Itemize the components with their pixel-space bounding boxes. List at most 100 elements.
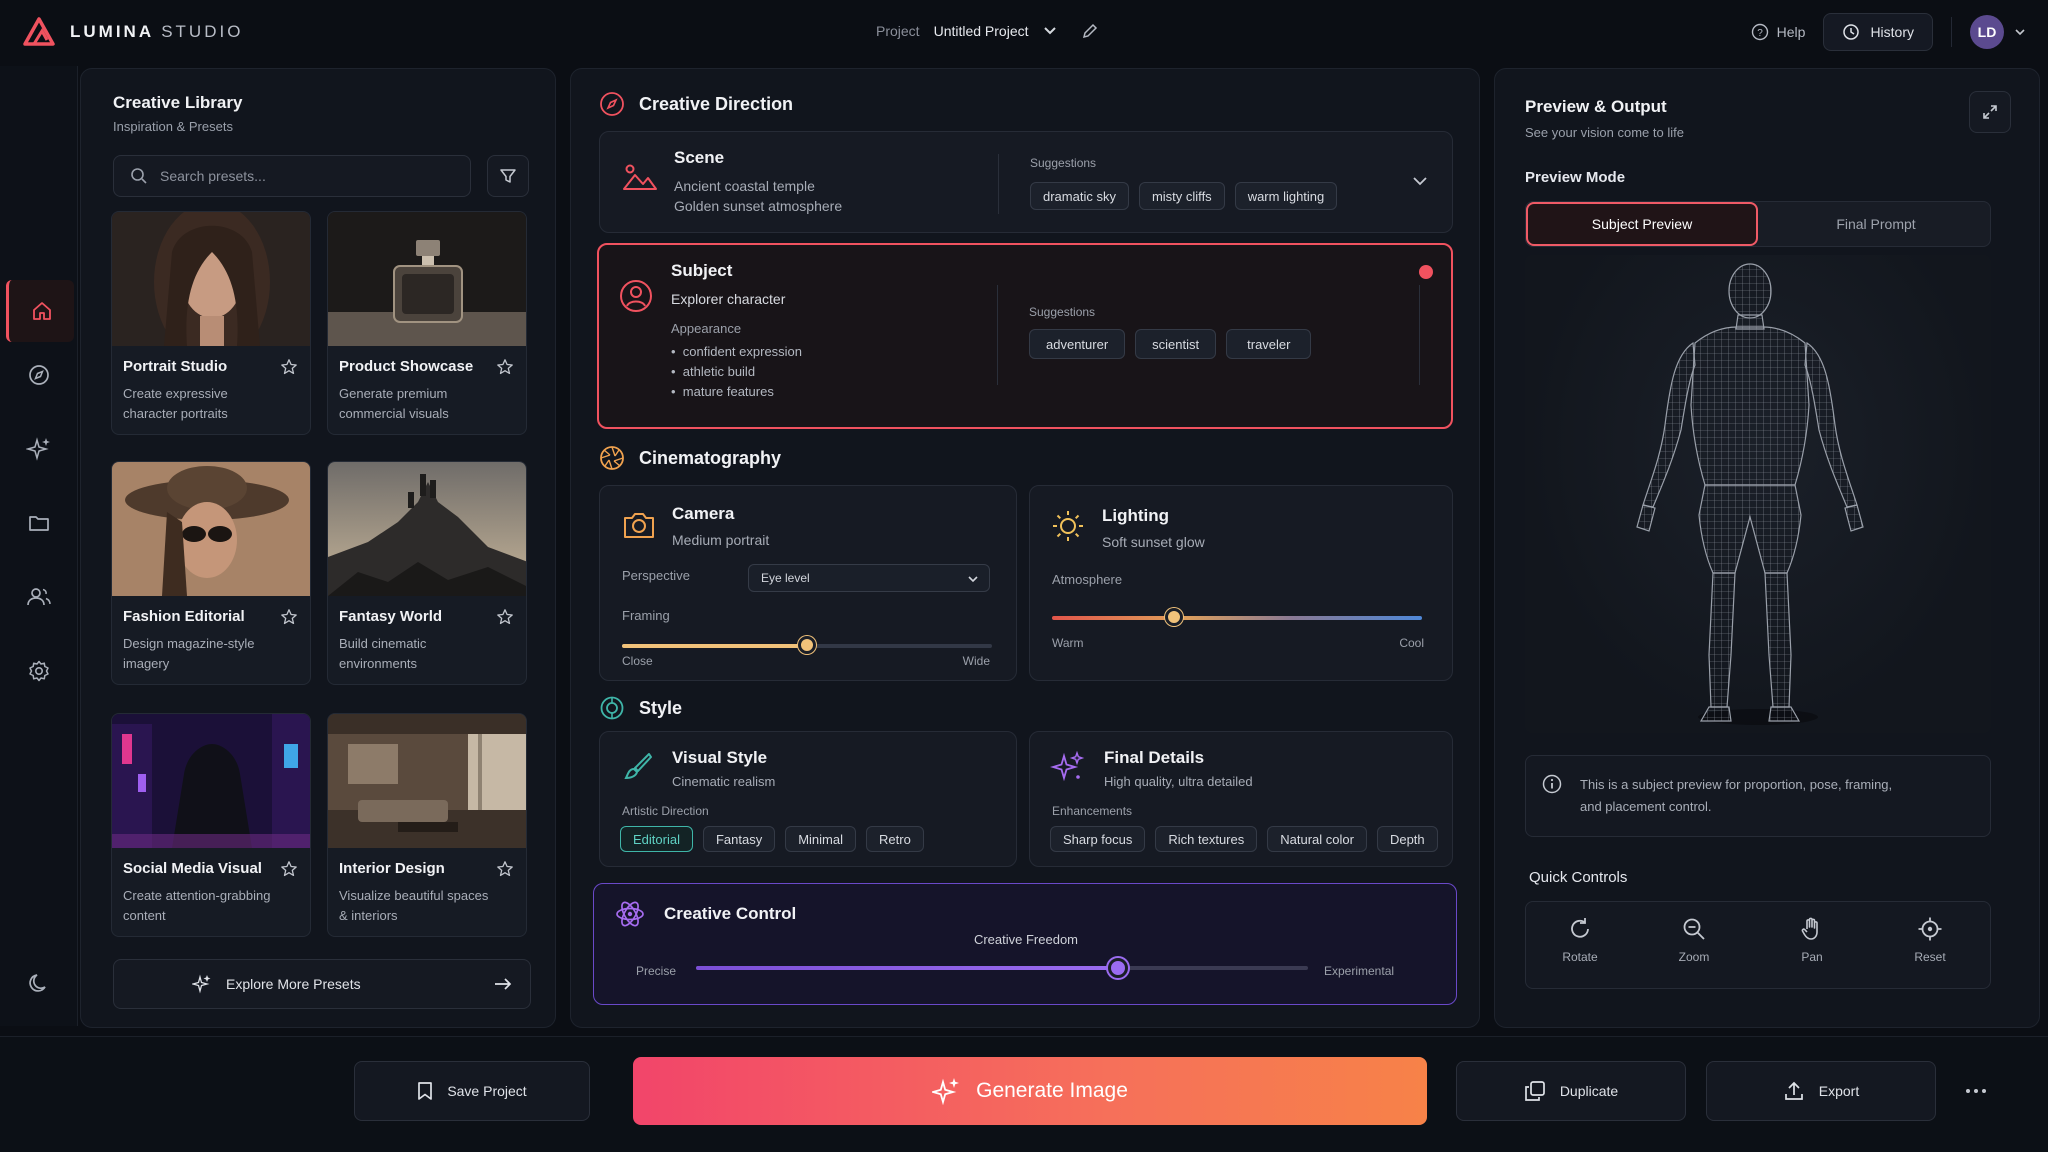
help-link[interactable]: ? Help	[1751, 23, 1805, 41]
star-icon[interactable]	[496, 860, 514, 878]
rotate-label: Rotate	[1562, 950, 1598, 964]
section-title: Cinematography	[639, 447, 782, 468]
theme-toggle[interactable]	[18, 962, 60, 1004]
svg-text:?: ?	[1757, 28, 1763, 39]
edit-pencil-icon[interactable]	[1081, 22, 1099, 40]
nav-home[interactable]	[6, 280, 74, 342]
sparkles-icon	[932, 1078, 960, 1105]
nav-rail	[0, 66, 78, 1026]
preset-card-fantasy-world[interactable]: Fantasy World Build cinematic environmen…	[327, 461, 527, 685]
atmosphere-slider[interactable]	[1052, 608, 1422, 628]
scene-card[interactable]: Scene Ancient coastal temple Golden suns…	[599, 131, 1453, 233]
control-max-label: Experimental	[1324, 964, 1395, 978]
history-button[interactable]: History	[1823, 13, 1933, 51]
enhancement-chip[interactable]: Rich textures	[1155, 826, 1258, 852]
final-details-title: Final Details	[1104, 748, 1205, 767]
preset-card-social-media-visual[interactable]: Social Media Visual Create attention-gra…	[111, 713, 311, 937]
enhancement-options: Sharp focus Rich textures Natural color …	[1050, 826, 1448, 852]
perfume-thumbnail	[328, 212, 526, 346]
preset-description: Design magazine-style imagery	[123, 636, 255, 671]
star-icon[interactable]	[280, 358, 298, 376]
aperture-icon	[600, 446, 624, 470]
star-icon[interactable]	[280, 860, 298, 878]
style-option-editorial[interactable]: Editorial	[620, 826, 693, 852]
tab-subject-preview[interactable]: Subject Preview	[1526, 202, 1758, 246]
app-logo[interactable]: LUMINA STUDIO	[22, 16, 243, 48]
nav-team[interactable]	[18, 576, 60, 618]
preset-card-fashion-editorial[interactable]: Fashion Editorial Design magazine-style …	[111, 461, 311, 685]
sun-icon	[1053, 511, 1083, 541]
suggestion-chip[interactable]: traveler	[1226, 329, 1312, 359]
nav-files[interactable]	[18, 502, 60, 544]
search-placeholder: Search presets...	[160, 168, 266, 184]
zoom-button[interactable]: Zoom	[1654, 916, 1734, 964]
suggestion-chip[interactable]: dramatic sky	[1030, 182, 1129, 210]
style-option-retro[interactable]: Retro	[866, 826, 924, 852]
chevron-down-icon[interactable]	[2014, 28, 2026, 36]
framing-slider[interactable]	[622, 636, 992, 656]
save-label: Save Project	[447, 1083, 527, 1099]
lighting-card: Lighting Soft sunset glow Atmosphere War…	[1029, 485, 1453, 681]
filter-button[interactable]	[487, 155, 529, 197]
more-horizontal-icon	[1966, 1089, 1986, 1093]
subject-card[interactable]: Subject Explorer character Appearance • …	[597, 243, 1453, 429]
reset-button[interactable]: Reset	[1890, 916, 1970, 964]
perspective-select[interactable]: Eye level	[748, 564, 990, 592]
enhancement-chip[interactable]: Sharp focus	[1050, 826, 1146, 852]
user-avatar[interactable]: LD	[1970, 15, 2004, 49]
nav-settings[interactable]	[18, 650, 60, 692]
nav-generate[interactable]	[18, 428, 60, 470]
expand-icon	[1983, 105, 1997, 119]
preset-card-product-showcase[interactable]: Product Showcase Generate premium commer…	[327, 211, 527, 435]
camera-sub: Medium portrait	[672, 532, 770, 548]
creative-freedom-label: Creative Freedom	[973, 932, 1079, 947]
project-selector[interactable]: Project Untitled Project	[876, 22, 1099, 40]
save-project-button[interactable]: Save Project	[354, 1061, 590, 1121]
chevron-down-icon[interactable]	[1043, 26, 1057, 36]
creative-freedom-slider[interactable]	[696, 956, 1308, 980]
generate-label: Generate Image	[976, 1079, 1128, 1102]
section-title: Style	[639, 697, 683, 718]
generate-image-button[interactable]: Generate Image	[633, 1057, 1427, 1125]
user-circle-icon	[620, 280, 652, 312]
help-icon: ?	[1751, 23, 1768, 41]
suggestion-chip[interactable]: warm lighting	[1234, 182, 1338, 210]
gear-icon	[29, 660, 49, 682]
explore-presets-button[interactable]: Explore More Presets	[113, 959, 531, 1009]
preset-description: Visualize beautiful spaces & interiors	[339, 888, 489, 923]
visual-style-card: Visual Style Cinematic realism Artistic …	[599, 731, 1017, 867]
chevron-down-icon[interactable]	[1412, 176, 1428, 186]
nav-explore[interactable]	[18, 354, 60, 396]
style-option-minimal[interactable]: Minimal	[785, 826, 857, 852]
preset-card-portrait-studio[interactable]: Portrait Studio Create expressive charac…	[111, 211, 311, 435]
star-icon[interactable]	[496, 358, 514, 376]
more-options-button[interactable]	[1956, 1079, 1996, 1103]
zoom-icon	[1683, 918, 1705, 940]
preset-card-interior-design[interactable]: Interior Design Visualize beautiful spac…	[327, 713, 527, 937]
duplicate-button[interactable]: Duplicate	[1456, 1061, 1686, 1121]
divider	[997, 285, 998, 385]
star-icon[interactable]	[280, 608, 298, 626]
star-icon[interactable]	[496, 608, 514, 626]
crosshair-icon	[1918, 917, 1942, 941]
filter-icon	[500, 169, 516, 183]
brand-name: LUMINA STUDIO	[70, 22, 244, 41]
suggestion-chip[interactable]: scientist	[1135, 329, 1217, 359]
style-option-fantasy[interactable]: Fantasy	[702, 826, 776, 852]
subject-preview-viewport[interactable]	[1525, 255, 1991, 733]
preset-description: Create attention-grabbing content	[123, 888, 271, 923]
search-input[interactable]: Search presets...	[113, 155, 471, 197]
enhancement-chip[interactable]: Natural color	[1267, 826, 1367, 852]
section-style: Style	[599, 695, 682, 721]
brush-icon	[624, 753, 652, 780]
rotate-button[interactable]: Rotate	[1540, 916, 1620, 964]
enhancement-chip[interactable]: Depth	[1376, 826, 1438, 852]
suggestion-chip[interactable]: adventurer	[1029, 329, 1126, 359]
project-name[interactable]: Untitled Project	[934, 23, 1029, 39]
export-button[interactable]: Export	[1706, 1061, 1936, 1121]
pan-button[interactable]: Pan	[1772, 916, 1852, 964]
tab-final-prompt[interactable]: Final Prompt	[1762, 202, 1990, 246]
expand-button[interactable]	[1969, 91, 2011, 133]
suggestion-chip[interactable]: misty cliffs	[1138, 182, 1225, 210]
final-details-card: Final Details High quality, ultra detail…	[1029, 731, 1453, 867]
